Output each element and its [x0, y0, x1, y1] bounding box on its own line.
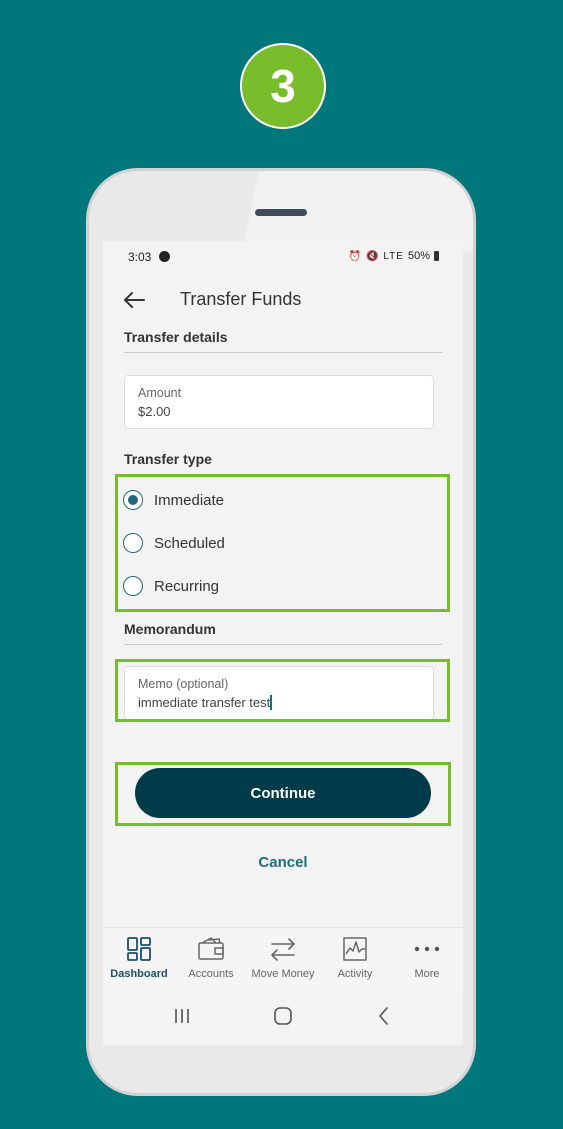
arrow-left-icon[interactable] — [121, 287, 147, 313]
amount-label: Amount — [138, 386, 182, 400]
dashboard-icon — [127, 937, 151, 961]
transfer-details-heading: Transfer details — [124, 329, 228, 345]
nav-activity[interactable]: Activity — [319, 928, 391, 988]
battery-percent: 50% — [407, 250, 430, 262]
status-right: ⏰ 🔇 LTE 50% — [349, 250, 439, 262]
page-title: Transfer Funds — [180, 289, 302, 309]
transfer-type-highlight — [115, 474, 450, 612]
divider — [124, 644, 442, 645]
phone-frame: 3:03 ⏰ 🔇 LTE 50% Transfer Funds Transfer… — [86, 168, 476, 1096]
cancel-link[interactable]: Cancel — [103, 854, 463, 871]
memorandum-heading: Memorandum — [124, 621, 216, 637]
nav-move-money[interactable]: Move Money — [247, 928, 319, 988]
back-icon[interactable] — [373, 1005, 395, 1027]
nav-accounts[interactable]: Accounts — [175, 928, 247, 988]
continue-highlight — [115, 762, 451, 826]
nav-label: More — [414, 968, 440, 980]
amount-field[interactable]: Amount $2.00 — [124, 375, 434, 429]
recents-icon[interactable] — [171, 1005, 193, 1027]
system-nav — [103, 997, 463, 1037]
amount-value: $2.00 — [138, 404, 171, 419]
more-dots-icon — [414, 946, 440, 952]
wallet-icon — [198, 937, 224, 960]
bottom-nav: Dashboard Accounts Move Money Activity M… — [103, 927, 463, 988]
phone-screen: 3:03 ⏰ 🔇 LTE 50% Transfer Funds Transfer… — [103, 241, 463, 1045]
home-icon[interactable] — [272, 1005, 294, 1027]
status-icons: ⏰ 🔇 LTE — [348, 250, 404, 262]
step-badge: 3 — [240, 43, 326, 129]
nav-more[interactable]: More — [391, 928, 463, 988]
phone-speaker — [255, 209, 307, 216]
divider — [124, 352, 442, 353]
nav-label: Activity — [337, 968, 373, 980]
nav-dashboard[interactable]: Dashboard — [103, 928, 175, 988]
nav-label: Accounts — [188, 968, 234, 980]
status-time: 3:03 — [128, 250, 152, 264]
messenger-icon — [159, 251, 170, 262]
transfer-arrows-icon — [271, 938, 295, 961]
transfer-type-heading: Transfer type — [124, 451, 212, 467]
status-bar: 3:03 ⏰ 🔇 LTE 50% — [103, 241, 463, 275]
app-bar: Transfer Funds — [103, 281, 463, 321]
battery-icon — [434, 251, 439, 261]
memo-highlight — [115, 659, 450, 722]
activity-chart-icon — [343, 937, 367, 961]
nav-label: Move Money — [251, 968, 315, 980]
nav-label: Dashboard — [110, 968, 168, 980]
